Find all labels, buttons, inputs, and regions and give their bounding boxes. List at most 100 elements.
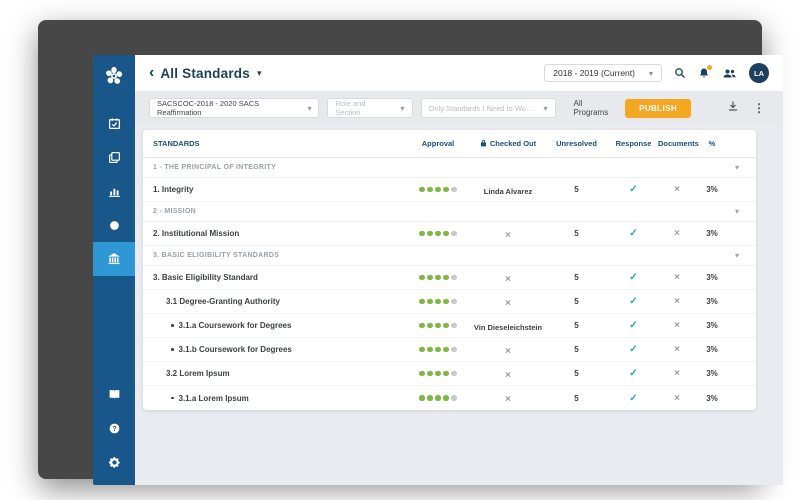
approval-dot-filled [443, 187, 449, 193]
calendar-check-icon [108, 117, 121, 130]
back-chevron-icon[interactable]: ‹ [149, 64, 154, 82]
gear-icon [108, 456, 121, 469]
approval-dot-filled [419, 231, 425, 237]
not-checked-out-x-icon: × [505, 370, 511, 381]
bar-chart-icon [108, 185, 121, 198]
table-header: STANDARDS Approval Checked Out Unr [143, 130, 756, 158]
standard-name[interactable]: 1. Integrity [153, 185, 404, 194]
content-area: STANDARDS Approval Checked Out Unr [135, 125, 783, 485]
percent-value: 3% [696, 273, 728, 282]
standard-row[interactable]: 3.1.a Coursework for Degrees Vin Diesele… [143, 314, 756, 338]
documents-x-icon: × [658, 368, 696, 379]
topbar: ‹ All Standards ▾ 2018 - 2019 (Current) … [135, 55, 783, 91]
approval-dots [404, 299, 472, 305]
documents-icon [108, 151, 121, 164]
title-caret-icon[interactable]: ▾ [257, 68, 262, 79]
standard-name[interactable]: 3. Basic Eligibility Standard [153, 273, 404, 282]
search-icon[interactable] [674, 67, 686, 79]
approval-dot-filled [443, 395, 449, 401]
only-standards-dropdown[interactable]: Only Standards I Need to Work On... ▾ [421, 98, 556, 118]
standard-name[interactable]: 3.1 Degree-Granting Authority [153, 297, 404, 306]
sidebar-item-help[interactable]: ? [93, 411, 135, 445]
standard-row[interactable]: 3.1.a Lorem Ipsum × 5 ✓ × 3% [143, 386, 756, 410]
approval-dot-filled [443, 347, 449, 353]
approval-dot-empty [451, 371, 457, 377]
response-check-icon: ✓ [609, 393, 658, 404]
standard-name[interactable]: 3.1.a Lorem Ipsum [153, 394, 404, 403]
standard-name[interactable]: 3.2 Lorem Ipsum [153, 369, 404, 378]
documents-x-icon: × [658, 344, 696, 355]
response-check-icon: ✓ [609, 228, 658, 239]
percent-value: 3% [696, 229, 728, 238]
page-title[interactable]: All Standards [160, 66, 250, 81]
table-body: 1 - THE PRINCIPAL OF INTEGRITY ▾ 1. Inte… [143, 158, 756, 410]
collapse-caret-icon[interactable]: ▾ [728, 207, 746, 216]
bullet-dot [171, 397, 174, 400]
standards-table: STANDARDS Approval Checked Out Unr [143, 130, 756, 410]
col-unresolved: Unresolved [544, 139, 609, 148]
collapse-caret-icon[interactable]: ▾ [728, 251, 746, 260]
standard-row[interactable]: 3.2 Lorem Ipsum × 5 ✓ × 3% [143, 362, 756, 386]
standard-row[interactable]: 2. Institutional Mission × 5 ✓ × 3% [143, 222, 756, 246]
notification-dot [707, 65, 712, 70]
response-check-icon: ✓ [609, 344, 658, 355]
col-standards: STANDARDS [153, 139, 404, 148]
collapse-caret-icon[interactable]: ▾ [728, 163, 746, 172]
filter-bar: SACSCOC-2018 - 2020 SACS Reaffirmation ▾… [135, 91, 783, 125]
standard-name[interactable]: 3.1.b Coursework for Degrees [153, 345, 404, 354]
standard-row[interactable]: 3.1.b Coursework for Degrees × 5 ✓ × 3% [143, 338, 756, 362]
approval-dot-filled [435, 275, 441, 281]
standard-row[interactable]: 3. Basic Eligibility Standard × 5 ✓ × 3% [143, 266, 756, 290]
only-standards-dropdown-value: Only Standards I Need to Work On... [429, 104, 536, 113]
assessment-dropdown[interactable]: SACSCOC-2018 - 2020 SACS Reaffirmation ▾ [149, 98, 319, 118]
col-percent: % [696, 139, 728, 148]
publish-button[interactable]: PUBLISH [625, 99, 691, 118]
all-programs-toggle[interactable]: All Programs [574, 99, 610, 117]
people-icon[interactable] [722, 67, 737, 79]
standard-name[interactable]: 3.1.a Coursework for Degrees [153, 321, 404, 330]
approval-dot-filled [435, 187, 441, 193]
lock-icon [480, 139, 487, 149]
approval-dot-filled [435, 347, 441, 353]
section-row[interactable]: 2 - MISSION ▾ [143, 202, 756, 222]
approval-dot-filled [427, 275, 433, 281]
col-response: Response [609, 139, 658, 148]
sidebar-item-analytics[interactable] [93, 174, 135, 208]
kebab-menu-icon[interactable]: ⋮ [753, 102, 765, 114]
unresolved-count: 5 [544, 297, 609, 306]
download-icon[interactable] [727, 99, 739, 117]
approval-dot-empty [451, 231, 457, 237]
approval-dot-empty [451, 323, 457, 329]
percent-value: 3% [696, 394, 728, 403]
approval-dot-filled [419, 275, 425, 281]
approval-dot-filled [443, 231, 449, 237]
sidebar-item-planner[interactable] [93, 106, 135, 140]
avatar[interactable]: LA [749, 63, 769, 83]
approval-dot-filled [435, 371, 441, 377]
unresolved-count: 5 [544, 394, 609, 403]
standard-row[interactable]: 1. Integrity Linda Alvarez 5 ✓ × 3% [143, 178, 756, 202]
sidebar-item-projects[interactable] [93, 208, 135, 242]
checked-out-cell: × [472, 365, 544, 383]
percent-value: 3% [696, 185, 728, 194]
standard-row[interactable]: 3.1 Degree-Granting Authority × 5 ✓ × 3% [143, 290, 756, 314]
section-row[interactable]: 3. BASIC ELIGIBILITY STANDARDS ▾ [143, 246, 756, 266]
approval-dot-filled [443, 371, 449, 377]
approval-dot-filled [419, 323, 425, 329]
approval-dots [404, 395, 472, 401]
standard-name[interactable]: 2. Institutional Mission [153, 229, 404, 238]
role-dropdown[interactable]: Role and Section ▾ [327, 98, 412, 118]
year-selector[interactable]: 2018 - 2019 (Current) ▾ [544, 64, 662, 82]
bell-icon[interactable] [698, 67, 710, 79]
section-row[interactable]: 1 - THE PRINCIPAL OF INTEGRITY ▾ [143, 158, 756, 178]
sidebar-item-reports[interactable] [93, 140, 135, 174]
approval-dot-filled [435, 299, 441, 305]
sidebar-item-settings[interactable] [93, 445, 135, 479]
unresolved-count: 5 [544, 369, 609, 378]
sidebar-item-library[interactable] [93, 377, 135, 411]
sidebar-item-accreditation[interactable] [93, 242, 135, 276]
unresolved-count: 5 [544, 321, 609, 330]
percent-value: 3% [696, 369, 728, 378]
approval-dot-filled [443, 299, 449, 305]
sidebar: ? [93, 55, 135, 485]
